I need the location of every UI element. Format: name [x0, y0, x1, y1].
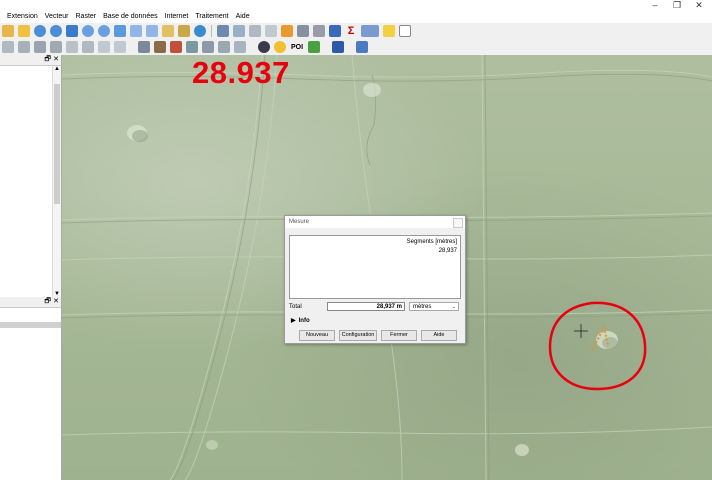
menu-aide[interactable]: Aide [233, 13, 253, 20]
menu-base-de-donnees[interactable]: Base de données [100, 13, 161, 20]
float-panel-icon[interactable]: 🗗 [44, 55, 51, 65]
delete-selected-icon[interactable] [34, 41, 46, 53]
menu-bar: Extension Vecteur Raster Base de données… [0, 10, 712, 23]
info-label: Info [298, 318, 310, 324]
map-tips-icon[interactable] [383, 25, 395, 37]
menu-vecteur[interactable]: Vecteur [42, 13, 72, 20]
pan-map-icon[interactable] [18, 25, 30, 37]
new-button[interactable]: Nouveau [299, 330, 335, 341]
digitize-icon[interactable] [2, 41, 14, 53]
undo-icon[interactable] [98, 41, 110, 53]
selected-row[interactable] [0, 322, 61, 328]
zoom-selection-icon[interactable] [82, 25, 94, 37]
layers-scrollbar[interactable]: ▲ ▼ [52, 66, 61, 297]
total-label: Total [289, 304, 302, 310]
touch-zoom-icon[interactable] [2, 25, 14, 37]
plugin-tool-icon[interactable] [356, 41, 369, 53]
close-dialog-icon[interactable] [453, 218, 463, 228]
move-label-icon[interactable] [186, 41, 198, 53]
gps-icon[interactable] [258, 41, 270, 53]
scrollbar-thumb[interactable] [54, 84, 60, 204]
measure-segment-line [591, 325, 609, 351]
segments-list[interactable]: Segments [mètres] 28,937 [289, 235, 461, 299]
redo-icon[interactable] [114, 41, 126, 53]
zoom-next-icon[interactable] [146, 25, 158, 37]
zoom-full-icon[interactable] [66, 25, 78, 37]
close-panel-icon[interactable]: ✕ [53, 55, 59, 65]
close-button[interactable]: Fermer [381, 330, 417, 341]
total-value-field[interactable]: 28,937 m [327, 302, 405, 311]
window-titlebar: – ❐ ✕ [0, 0, 712, 10]
refresh-icon[interactable] [194, 25, 206, 37]
paste-features-icon[interactable] [82, 41, 94, 53]
select-by-value-icon[interactable] [265, 25, 277, 37]
rotate-label-icon[interactable] [202, 41, 214, 53]
measure-dialog-titlebar[interactable]: Mesure [285, 216, 465, 228]
label-highlight-icon[interactable] [170, 41, 182, 53]
menu-raster[interactable]: Raster [73, 13, 100, 20]
scroll-up-icon[interactable]: ▲ [53, 66, 61, 72]
segment-value: 28,937 [438, 248, 457, 254]
layers-panel: 🗗 ✕ ▲ ▼ [0, 55, 62, 297]
menu-internet[interactable]: Internet [162, 13, 192, 20]
sum-icon[interactable]: Σ [345, 25, 357, 37]
zoom-in-icon[interactable] [34, 25, 46, 37]
crosshair-cursor-icon [574, 324, 588, 338]
toolbox-icon[interactable] [329, 25, 341, 37]
plugin-cube-icon[interactable] [308, 41, 321, 53]
zoom-out-icon[interactable] [50, 25, 62, 37]
zoom-native-icon[interactable] [114, 25, 126, 37]
minimize-button[interactable]: – [645, 0, 665, 10]
new-bookmark-icon[interactable] [162, 25, 174, 37]
info-expander[interactable]: ▶ Info [291, 317, 310, 324]
measure-tool-icon[interactable] [361, 25, 379, 37]
plugins-toolbar: POI [0, 39, 712, 56]
show-hide-labels-icon[interactable] [234, 41, 246, 53]
close-window-button[interactable]: ✕ [689, 0, 709, 10]
menu-traitement[interactable]: Traitement [192, 13, 231, 20]
cut-features-icon[interactable] [50, 41, 62, 53]
toolbar-separator [211, 25, 212, 37]
map-navigation-toolbar: Σ [0, 23, 712, 40]
pin-label-icon[interactable] [154, 41, 166, 53]
change-label-icon[interactable] [218, 41, 230, 53]
chevron-down-icon: ⌄ [451, 304, 456, 310]
expand-arrow-icon: ▶ [291, 318, 296, 324]
statistics-icon[interactable] [313, 25, 325, 37]
show-bookmarks-icon[interactable] [178, 25, 190, 37]
configuration-button[interactable]: Configuration [339, 330, 377, 341]
vertex-tool-icon[interactable] [18, 41, 30, 53]
browser-panel-header: 🗗 ✕ [0, 297, 61, 308]
help-button[interactable]: Aide [421, 330, 457, 341]
metadata-icon[interactable] [332, 41, 345, 53]
open-attribute-table-icon[interactable] [281, 25, 293, 37]
measure-dialog-title: Mesure [289, 219, 310, 225]
copy-features-icon[interactable] [66, 41, 78, 53]
browser-panel: 🗗 ✕ [0, 297, 62, 480]
select-features-icon[interactable] [233, 25, 245, 37]
unit-selected-value: mètres [413, 304, 432, 310]
zoom-last-icon[interactable] [130, 25, 142, 37]
poi-button[interactable]: POI [291, 44, 303, 51]
unit-select[interactable]: mètres ⌄ [409, 302, 459, 311]
dialog-button-row: Nouveau Configuration Fermer Aide [299, 330, 457, 341]
deselect-features-icon[interactable] [249, 25, 261, 37]
red-circle-annotation [548, 301, 647, 391]
zoom-layer-icon[interactable] [98, 25, 110, 37]
float-panel-icon[interactable]: 🗗 [44, 297, 51, 307]
measure-dialog: Mesure Segments [mètres] 28,937 Total 28… [284, 215, 466, 344]
menu-extension[interactable]: Extension [4, 13, 41, 20]
identify-features-icon[interactable] [217, 25, 229, 37]
maximize-button[interactable]: ❐ [667, 0, 687, 10]
python-console-icon[interactable] [274, 41, 286, 53]
layers-panel-header: 🗗 ✕ [0, 55, 61, 66]
label-icon[interactable] [138, 41, 150, 53]
text-annotation-icon[interactable] [399, 25, 411, 37]
field-calculator-icon[interactable] [297, 25, 309, 37]
close-panel-icon[interactable]: ✕ [53, 297, 59, 307]
segments-column-header: Segments [mètres] [406, 239, 457, 245]
